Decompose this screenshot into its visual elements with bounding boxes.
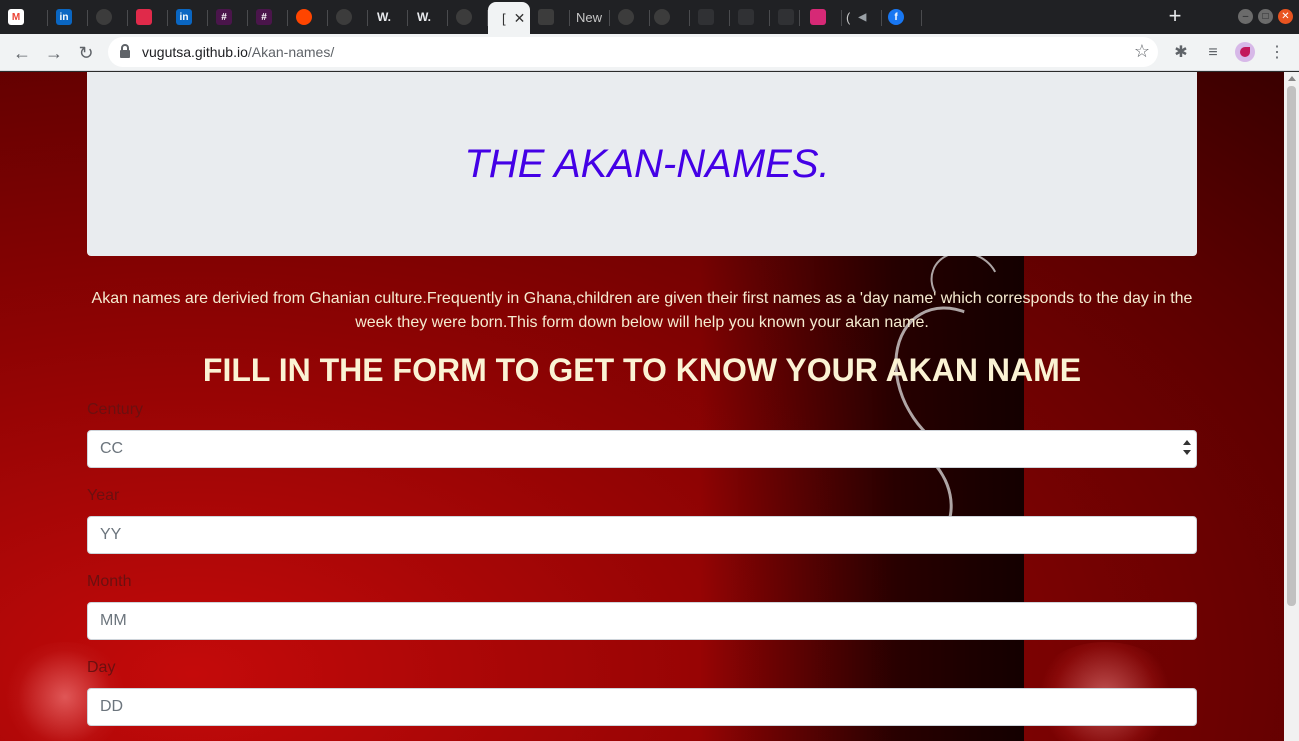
header-jumbotron: THE AKAN-NAMES. <box>87 72 1197 256</box>
tab-active-akan-names[interactable]: [ ✕ <box>488 2 530 34</box>
tab-gmail[interactable]: M <box>8 4 48 30</box>
form-title: FILL IN THE FORM TO GET TO KNOW YOUR AKA… <box>202 352 1082 388</box>
slack-icon: # <box>256 9 272 25</box>
media-control-icon[interactable]: ≡ <box>1202 42 1224 64</box>
tab-group-collapsed[interactable] <box>922 4 1162 30</box>
page-scrollbar[interactable] <box>1284 72 1299 741</box>
close-tab-icon[interactable]: ✕ <box>514 10 526 27</box>
page-icon <box>778 9 794 25</box>
number-stepper-icon[interactable] <box>1182 440 1192 456</box>
lock-icon <box>120 44 130 58</box>
tab-app[interactable] <box>128 4 168 30</box>
tab-title: New <box>576 9 603 25</box>
tab-page[interactable] <box>530 4 570 30</box>
tab-slack-2[interactable]: # <box>248 4 288 30</box>
century-input[interactable] <box>87 430 1197 468</box>
browser-tab-strip: M in in # # W. W. [✕ New (◀ f + – □ ✕ <box>0 0 1299 34</box>
maximize-icon[interactable]: □ <box>1258 9 1273 24</box>
wikipedia-icon: W. <box>377 10 391 24</box>
page-viewport: THE AKAN-NAMES. Akan names are derivied … <box>0 72 1284 741</box>
menu-kebab-icon[interactable]: ⋮ <box>1266 42 1288 64</box>
page-icon <box>698 9 714 25</box>
tab-linkedin[interactable]: in <box>48 4 88 30</box>
page-icon <box>738 9 754 25</box>
linkedin-icon: in <box>176 9 192 25</box>
year-label: Year <box>87 487 120 504</box>
github-icon <box>456 9 472 25</box>
tab-slack[interactable]: # <box>208 4 248 30</box>
audio-icon: ◀ <box>858 11 867 23</box>
tab-github-2[interactable] <box>650 4 690 30</box>
address-bar[interactable]: vugutsa.github.io/Akan-names/ ☆ <box>108 37 1158 67</box>
scroll-up-arrow-icon[interactable] <box>1288 76 1296 81</box>
upwork-icon <box>618 9 634 25</box>
bookmark-star-icon[interactable]: ☆ <box>1134 41 1150 62</box>
tab-blank-2[interactable] <box>730 4 770 30</box>
linkedin-icon: in <box>56 9 72 25</box>
extensions-icon[interactable]: ✱ <box>1170 42 1192 64</box>
minimize-icon[interactable]: – <box>1238 9 1253 24</box>
upwork-icon <box>336 9 352 25</box>
browser-toolbar: ← → ↻ vugutsa.github.io/Akan-names/ ☆ ✱ … <box>0 34 1299 71</box>
page-title: THE AKAN-NAMES. <box>464 141 830 186</box>
reddit-icon <box>296 9 312 25</box>
github-icon <box>654 9 670 25</box>
tab-title: [ <box>502 10 506 26</box>
forward-icon[interactable]: → <box>42 41 66 65</box>
intro-paragraph: Akan names are derivied from Ghanian cul… <box>91 290 1193 331</box>
tab-facebook[interactable]: f <box>882 4 922 30</box>
tab-reddit[interactable] <box>288 4 328 30</box>
gmail-icon: M <box>8 9 24 25</box>
tab-instagram[interactable] <box>808 4 842 30</box>
slack-icon: # <box>216 9 232 25</box>
tab-wikipedia-2[interactable]: W. <box>408 4 448 30</box>
tab-blank-3[interactable] <box>770 4 800 30</box>
new-tab-button[interactable]: + <box>1165 5 1185 27</box>
tab-title: ( <box>846 9 851 25</box>
day-label: Day <box>87 659 116 676</box>
tab-blank[interactable] <box>690 4 730 30</box>
tab-linkedin-2[interactable]: in <box>168 4 208 30</box>
century-field-wrap <box>0 430 1284 468</box>
month-label: Month <box>87 573 132 590</box>
page-icon <box>538 9 554 25</box>
reload-icon[interactable]: ↻ <box>74 41 98 65</box>
back-icon[interactable]: ← <box>10 41 34 65</box>
app-icon <box>136 9 152 25</box>
wikipedia-icon: W. <box>417 10 431 24</box>
tab-new-tab[interactable]: New <box>570 4 610 30</box>
year-input[interactable] <box>87 516 1197 554</box>
tab-audio[interactable]: ( ◀ <box>842 4 882 30</box>
instagram-icon <box>810 9 826 25</box>
month-input[interactable] <box>87 602 1197 640</box>
url-text: vugutsa.github.io/Akan-names/ <box>142 44 335 60</box>
profile-avatar[interactable] <box>1235 42 1255 62</box>
facebook-icon: f <box>888 9 904 25</box>
tab-upwork[interactable] <box>88 4 128 30</box>
tab-upwork-3[interactable] <box>610 4 650 30</box>
tab-wikipedia[interactable]: W. <box>368 4 408 30</box>
tab-upwork-2[interactable] <box>328 4 368 30</box>
day-input[interactable] <box>87 688 1197 726</box>
century-label: Century <box>87 401 144 418</box>
scrollbar-thumb[interactable] <box>1287 86 1296 606</box>
close-window-icon[interactable]: ✕ <box>1278 9 1293 24</box>
tab-github[interactable] <box>448 4 488 30</box>
upwork-icon <box>96 9 112 25</box>
